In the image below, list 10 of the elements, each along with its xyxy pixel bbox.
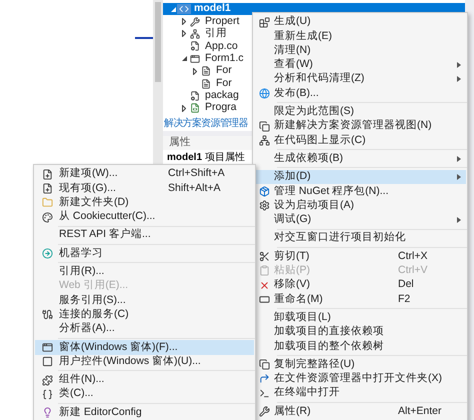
shortcut: Alt+Enter	[398, 404, 442, 419]
shortcut: Ctrl+X	[398, 248, 428, 264]
shortcut: Shift+Alt+A	[168, 180, 222, 196]
shortcut: Del	[398, 277, 415, 292]
subject-type: 项目属性	[205, 150, 246, 164]
panel-title: 属性	[169, 135, 191, 150]
shortcut: F2	[398, 292, 412, 307]
shortcut: Ctrl+Shift+A	[168, 166, 226, 182]
shortcut: Ctrl+V	[398, 263, 428, 278]
subject-name: model1	[167, 150, 202, 164]
